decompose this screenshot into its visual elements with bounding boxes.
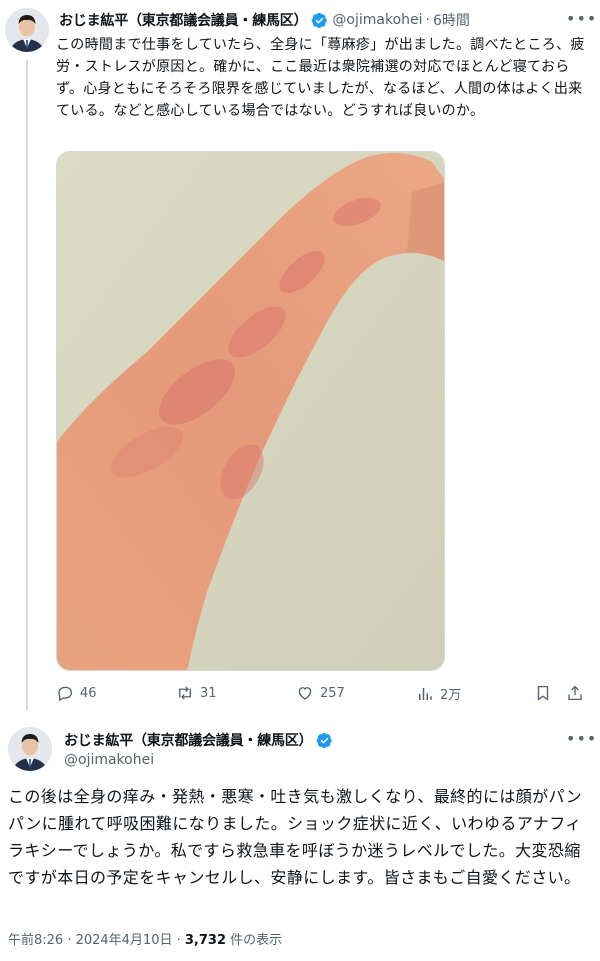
views-count: 3,732 xyxy=(184,933,227,948)
tweet1-actions: 46 31 257 2万 xyxy=(48,684,588,708)
views-icon xyxy=(419,687,432,700)
more-icon[interactable]: ••• xyxy=(566,11,597,27)
post-time[interactable]: 6時間 xyxy=(433,10,470,30)
handle[interactable]: @ojimakohei xyxy=(64,752,154,768)
tweet-meta: 午前8:26 · 2024年4月10日 · 3,732 件の表示 xyxy=(8,929,282,948)
views-label: 件の表示 xyxy=(226,933,283,948)
verified-badge-icon xyxy=(317,732,333,748)
reply-button[interactable]: 46 xyxy=(56,684,97,702)
reply-count: 46 xyxy=(80,685,97,701)
bookmark-icon xyxy=(537,685,549,701)
share-button[interactable] xyxy=(566,684,590,702)
tweet1-header: おじま紘平（東京都議会議員・練馬区） @ojimakohei · 6時間 xyxy=(59,10,470,30)
like-button[interactable]: 257 xyxy=(296,684,345,702)
more-icon[interactable]: ••• xyxy=(566,731,597,747)
repost-count: 31 xyxy=(200,685,217,701)
timestamp[interactable]: 午前8:26 · 2024年4月10日 · xyxy=(8,933,185,948)
avatar[interactable] xyxy=(5,8,49,52)
thread-connector-line xyxy=(26,60,28,710)
views-button[interactable]: 2万 xyxy=(416,684,461,703)
bookmark-button[interactable] xyxy=(534,684,558,702)
separator-dot: · xyxy=(425,12,430,28)
tweet2-header: おじま紘平（東京都議会議員・練馬区） xyxy=(64,730,337,750)
reply-icon xyxy=(58,686,73,702)
handle[interactable]: @ojimakohei xyxy=(332,12,422,28)
display-name[interactable]: おじま紘平（東京都議会議員・練馬区） xyxy=(64,730,313,750)
tweet2-text: この後は全身の痒み・発熱・悪寒・吐き気も激しくなり、最終的には顔がパンパンに腫れ… xyxy=(8,787,583,887)
tweet1-text: この時間まで仕事をしていたら、全身に「蕁麻疹」が出ました。調べたところ、疲労・ス… xyxy=(56,37,585,119)
repost-button[interactable]: 31 xyxy=(176,684,217,702)
tweet-photo[interactable] xyxy=(56,151,445,671)
repost-icon xyxy=(179,686,191,700)
share-icon xyxy=(568,685,582,701)
heart-icon xyxy=(298,687,312,700)
display-name[interactable]: おじま紘平（東京都議会議員・練馬区） xyxy=(59,10,308,30)
like-count: 257 xyxy=(320,685,345,701)
views-count: 2万 xyxy=(440,688,462,703)
verified-badge-icon xyxy=(312,12,328,28)
avatar[interactable] xyxy=(8,727,52,771)
